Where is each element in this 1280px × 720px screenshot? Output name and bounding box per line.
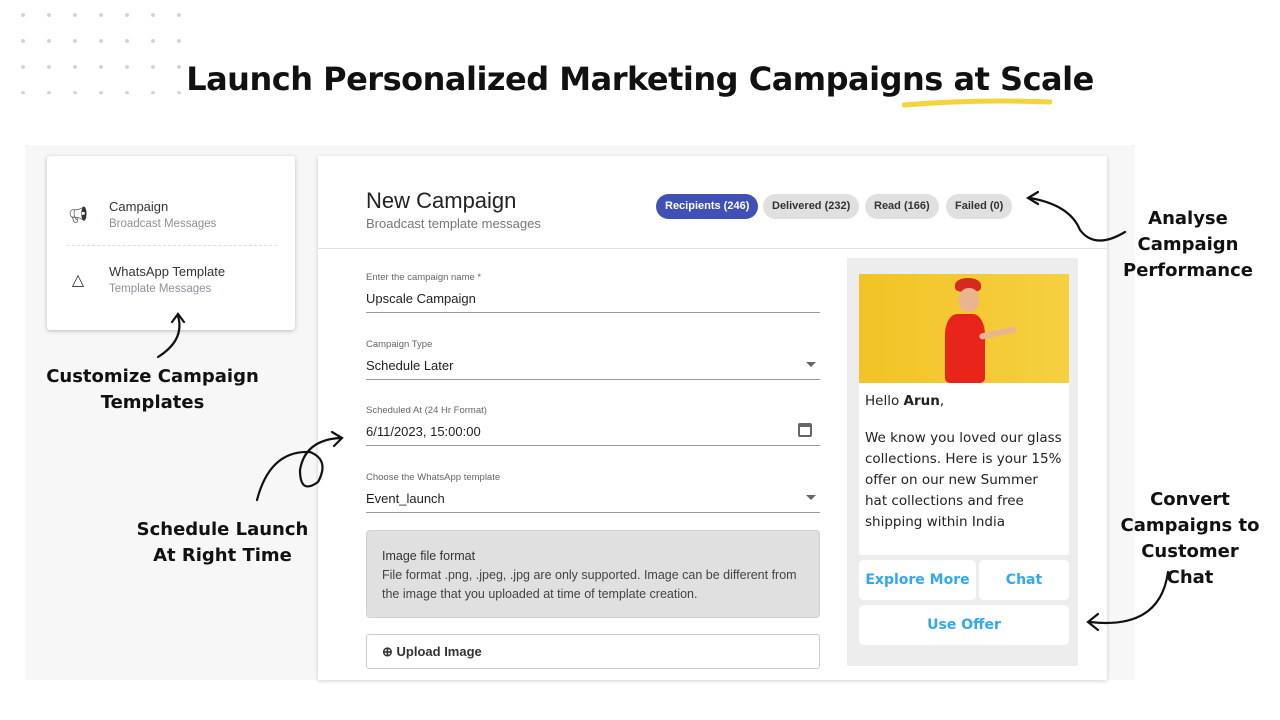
arrow-schedule (255, 430, 344, 502)
arrow-templates (156, 312, 186, 359)
arrow-analyse (1025, 190, 1127, 242)
annotation-arrows (156, 190, 1170, 632)
arrow-convert (1086, 570, 1170, 632)
